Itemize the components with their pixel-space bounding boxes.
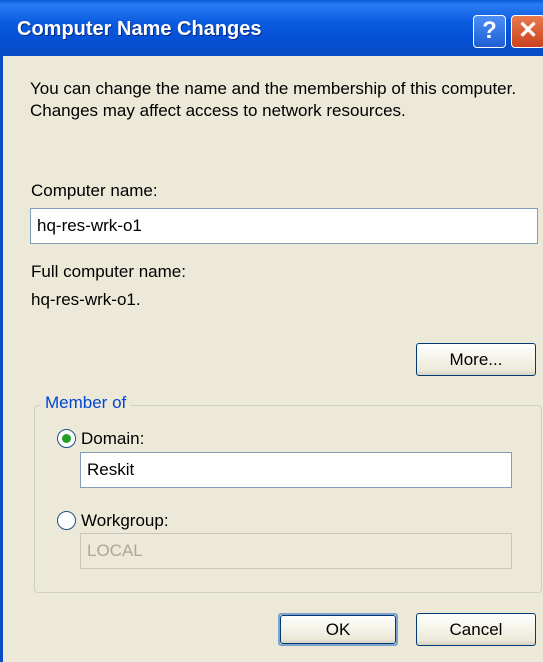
help-button[interactable]: ? — [473, 15, 506, 48]
full-computer-name-value: hq-res-wrk-o1. — [31, 290, 141, 309]
workgroup-input: LOCAL — [80, 533, 512, 569]
member-of-label: Member of — [41, 393, 131, 413]
ok-button[interactable]: OK — [280, 615, 396, 644]
title-bar[interactable]: Computer Name Changes ? ✕ — [0, 0, 543, 56]
computer-name-changes-dialog: Computer Name Changes ? ✕ You can change… — [0, 0, 543, 662]
window-border — [0, 56, 3, 662]
workgroup-label: Workgroup: — [81, 511, 169, 530]
computer-name-label: Computer name: — [31, 181, 158, 200]
help-icon: ? — [482, 17, 497, 44]
domain-label: Domain: — [81, 429, 145, 448]
domain-input[interactable]: Reskit — [80, 452, 512, 488]
more-button[interactable]: More... — [416, 343, 536, 376]
domain-radio[interactable] — [57, 429, 76, 448]
dialog-title: Computer Name Changes — [17, 18, 262, 40]
close-button[interactable]: ✕ — [511, 15, 543, 48]
close-icon: ✕ — [517, 17, 539, 44]
radio-selected-indicator — [62, 434, 71, 443]
workgroup-radio[interactable] — [57, 511, 76, 530]
description-text: You can change the name and the membersh… — [30, 79, 517, 120]
cancel-button[interactable]: Cancel — [416, 613, 536, 646]
computer-name-input[interactable]: hq-res-wrk-o1 — [30, 208, 538, 244]
full-computer-name-label: Full computer name: — [31, 262, 186, 281]
